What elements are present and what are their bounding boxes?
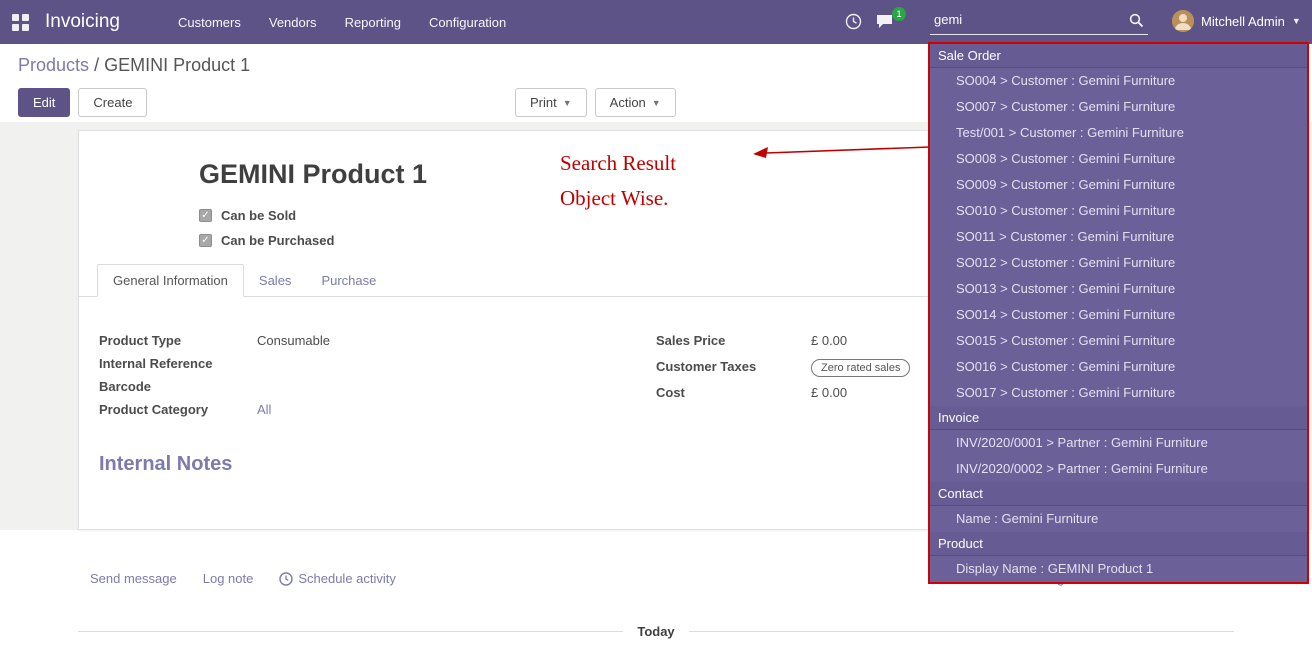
print-dropdown-button[interactable]: Print▼ — [515, 88, 587, 117]
field-label: Sales Price — [656, 333, 811, 348]
annotation-line2: Object Wise. — [560, 181, 676, 216]
checkbox-group: ✓ Can be Sold ✓ Can be Purchased — [199, 203, 334, 253]
dropdown-item[interactable]: INV/2020/0002 > Partner : Gemini Furnitu… — [930, 456, 1307, 482]
field-value[interactable]: All — [257, 402, 271, 417]
dropdown-item[interactable]: SO010 > Customer : Gemini Furniture — [930, 198, 1307, 224]
create-button[interactable]: Create — [78, 88, 147, 117]
edit-button[interactable]: Edit — [18, 88, 70, 117]
nav-menu-customers[interactable]: Customers — [178, 15, 241, 30]
chevron-down-icon: ▼ — [652, 98, 661, 108]
field-row: Barcode — [99, 379, 549, 400]
dropdown-item[interactable]: SO011 > Customer : Gemini Furniture — [930, 224, 1307, 250]
breadcrumb-separator: / — [94, 55, 104, 75]
product-title: GEMINI Product 1 — [199, 159, 427, 190]
checkbox-row: ✓ Can be Sold — [199, 203, 334, 228]
navbar-menu: Customers Vendors Reporting Configuration — [178, 15, 506, 30]
field-value: Zero rated sales — [811, 359, 910, 377]
checkbox-row: ✓ Can be Purchased — [199, 228, 334, 253]
dropdown-group-contact: Contact — [930, 482, 1307, 506]
dropdown-item[interactable]: Display Name : GEMINI Product 1 — [930, 556, 1307, 582]
nav-menu-vendors[interactable]: Vendors — [269, 15, 317, 30]
annotation-arrow — [748, 138, 934, 164]
dropdown-item[interactable]: SO009 > Customer : Gemini Furniture — [930, 172, 1307, 198]
field-row: Product TypeConsumable — [99, 333, 549, 354]
today-divider: Today — [78, 624, 1234, 639]
clock-icon — [279, 572, 293, 586]
messages-badge: 1 — [892, 7, 906, 21]
dropdown-item[interactable]: INV/2020/0001 > Partner : Gemini Furnitu… — [930, 430, 1307, 456]
dropdown-group-sale-order: Sale Order — [930, 44, 1307, 68]
chevron-down-icon: ▼ — [1292, 16, 1301, 26]
dropdown-item[interactable]: SO016 > Customer : Gemini Furniture — [930, 354, 1307, 380]
dropdown-item[interactable]: SO013 > Customer : Gemini Furniture — [930, 276, 1307, 302]
field-value: Consumable — [257, 333, 330, 348]
search-input[interactable] — [930, 7, 1120, 32]
action-buttons: Print▼ Action▼ — [515, 88, 676, 117]
checkbox[interactable]: ✓ — [199, 209, 212, 222]
field-label: Product Type — [99, 333, 257, 348]
annotation-text: Search Result Object Wise. — [560, 146, 676, 216]
dropdown-group-product: Product — [930, 532, 1307, 556]
dropdown-item[interactable]: SO015 > Customer : Gemini Furniture — [930, 328, 1307, 354]
dropdown-item[interactable]: Name : Gemini Furniture — [930, 506, 1307, 532]
field-value: £ 0.00 — [811, 385, 847, 400]
checkbox[interactable]: ✓ — [199, 234, 212, 247]
nav-menu-configuration[interactable]: Configuration — [429, 15, 506, 30]
log-note-button[interactable]: Log note — [203, 571, 254, 586]
screen: Invoicing Customers Vendors Reporting Confi… — [0, 0, 1312, 658]
search-icon[interactable] — [1129, 13, 1144, 28]
user-menu[interactable]: Mitchell Admin ▼ — [1172, 10, 1301, 32]
breadcrumb-parent[interactable]: Products — [18, 55, 89, 75]
dropdown-item[interactable]: SO014 > Customer : Gemini Furniture — [930, 302, 1307, 328]
dropdown-group-invoice: Invoice — [930, 406, 1307, 430]
checkbox-label: Can be Purchased — [221, 233, 334, 248]
field-label: Internal Reference — [99, 356, 257, 371]
field-row: Internal Reference — [99, 356, 549, 377]
app-name[interactable]: Invoicing — [45, 11, 120, 33]
field-label: Cost — [656, 385, 811, 400]
navbar: Invoicing Customers Vendors Reporting Confi… — [0, 0, 1312, 44]
action-dropdown-button[interactable]: Action▼ — [595, 88, 676, 117]
tab-purchase[interactable]: Purchase — [306, 265, 391, 296]
internal-notes-heading: Internal Notes — [99, 453, 232, 476]
search-dropdown: Sale OrderSO004 > Customer : Gemini Furn… — [928, 42, 1309, 584]
breadcrumb-current: GEMINI Product 1 — [104, 55, 250, 75]
today-label: Today — [637, 624, 674, 639]
checkbox-label: Can be Sold — [221, 208, 296, 223]
nav-menu-reporting[interactable]: Reporting — [345, 15, 401, 30]
chevron-down-icon: ▼ — [563, 98, 572, 108]
activity-clock-icon[interactable] — [845, 13, 862, 30]
messages-icon[interactable]: 1 — [876, 13, 895, 29]
send-message-button[interactable]: Send message — [90, 571, 177, 586]
field-row: Product CategoryAll — [99, 402, 549, 423]
field-label: Barcode — [99, 379, 257, 394]
form-buttons: Edit Create — [18, 88, 147, 117]
dropdown-item[interactable]: SO017 > Customer : Gemini Furniture — [930, 380, 1307, 406]
annotation-line1: Search Result — [560, 146, 676, 181]
field-value: £ 0.00 — [811, 333, 847, 348]
field-label: Product Category — [99, 402, 257, 417]
user-name: Mitchell Admin — [1201, 14, 1285, 29]
breadcrumb: Products / GEMINI Product 1 — [18, 55, 250, 76]
avatar — [1172, 10, 1194, 32]
apps-grid-icon[interactable] — [12, 14, 29, 31]
tab-sales[interactable]: Sales — [244, 265, 307, 296]
tab-general-information[interactable]: General Information — [97, 264, 244, 297]
dropdown-item[interactable]: Test/001 > Customer : Gemini Furniture — [930, 120, 1307, 146]
dropdown-item[interactable]: SO004 > Customer : Gemini Furniture — [930, 68, 1307, 94]
dropdown-item[interactable]: SO008 > Customer : Gemini Furniture — [930, 146, 1307, 172]
search-box — [930, 7, 1148, 35]
left-fields: Product TypeConsumableInternal Reference… — [99, 333, 549, 425]
dropdown-item[interactable]: SO012 > Customer : Gemini Furniture — [930, 250, 1307, 276]
chatter-links: Send message Log note Schedule activity — [90, 571, 396, 586]
dropdown-item[interactable]: SO007 > Customer : Gemini Furniture — [930, 94, 1307, 120]
schedule-activity-button[interactable]: Schedule activity — [279, 571, 396, 586]
field-label: Customer Taxes — [656, 359, 811, 374]
